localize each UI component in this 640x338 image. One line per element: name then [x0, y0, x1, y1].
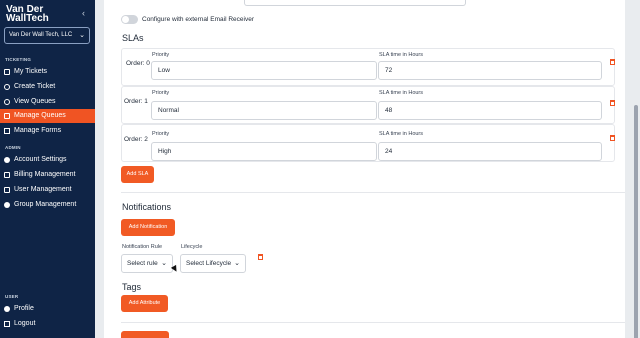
- next-section-button[interactable]: [121, 331, 169, 338]
- trash-icon[interactable]: [610, 135, 615, 141]
- add-attribute-button[interactable]: Add Attribute: [121, 295, 168, 312]
- sidebar-item-profile[interactable]: Profile: [0, 302, 95, 316]
- logout-icon: [4, 321, 10, 327]
- divider: [121, 192, 625, 193]
- notification-rule-select[interactable]: Select rule ⌄: [121, 254, 173, 273]
- chevron-down-icon: ⌄: [161, 260, 167, 267]
- sla-time-label: SLA time in Hours: [379, 52, 424, 58]
- slas-heading: SLAs: [122, 33, 144, 43]
- priority-label: Priority: [152, 52, 170, 58]
- sla-order: Order: 1: [124, 98, 148, 105]
- sla-row: Order: 2 Priority High SLA time in Hours…: [121, 124, 615, 162]
- sidebar-item-user-management[interactable]: User Management: [0, 183, 95, 197]
- plus-circle-icon: [4, 84, 10, 90]
- priority-input[interactable]: Normal: [151, 101, 377, 120]
- user-circle-icon: [4, 157, 10, 163]
- eye-icon: [4, 99, 10, 105]
- description-textarea[interactable]: [244, 0, 466, 6]
- add-notification-button[interactable]: Add Notification: [121, 219, 175, 236]
- person-icon: [4, 306, 10, 312]
- sidebar-item-label: Logout: [14, 320, 36, 327]
- card-icon: [4, 172, 10, 178]
- organization-select[interactable]: Van Der Wall Tech, LLC ⌄: [4, 27, 90, 44]
- sidebar-item-label: Manage Queues: [14, 112, 66, 119]
- trash-icon[interactable]: [610, 100, 615, 106]
- sidebar-item-account-settings[interactable]: Account Settings: [0, 153, 95, 167]
- sla-time-label: SLA time in Hours: [379, 131, 424, 137]
- trash-icon[interactable]: [610, 59, 615, 65]
- tags-heading: Tags: [122, 282, 142, 292]
- main-content: Configure with external Email Receiver S…: [95, 0, 640, 338]
- brand-line-2: WallTech: [6, 13, 49, 24]
- sidebar-item-group-management[interactable]: Group Management: [0, 198, 95, 212]
- group-icon: [4, 202, 10, 208]
- priority-input[interactable]: Low: [151, 61, 377, 80]
- sidebar-item-label: Billing Management: [14, 171, 76, 178]
- queue-settings-card: Configure with external Email Receiver S…: [104, 0, 625, 338]
- lifecycle-value: Select Lifecycle: [186, 260, 232, 267]
- sidebar: Van Der WallTech ‹ Van Der Wall Tech, LL…: [0, 0, 95, 338]
- sidebar-item-label: Profile: [14, 305, 34, 312]
- sla-order: Order: 0: [126, 60, 150, 67]
- sidebar-item-label: View Queues: [14, 98, 56, 105]
- sidebar-item-create-ticket[interactable]: Create Ticket: [0, 80, 95, 94]
- sidebar-item-logout[interactable]: Logout: [0, 317, 95, 331]
- section-admin: ADMIN: [5, 145, 21, 150]
- organization-name: Van Der Wall Tech, LLC: [9, 32, 73, 38]
- section-ticketing: TICKETING: [5, 57, 32, 62]
- lifecycle-select[interactable]: Select Lifecycle ⌄: [180, 254, 246, 273]
- sidebar-item-manage-queues[interactable]: Manage Queues: [0, 109, 95, 123]
- users-icon: [4, 187, 10, 193]
- sla-row: Order: 1 Priority Normal SLA time in Hou…: [121, 86, 615, 124]
- trash-icon[interactable]: [258, 254, 263, 260]
- notifications-heading: Notifications: [122, 202, 172, 212]
- priority-input[interactable]: High: [151, 142, 377, 161]
- collapse-sidebar-icon[interactable]: ‹: [82, 8, 85, 18]
- priority-label: Priority: [152, 90, 170, 96]
- form-icon: [4, 128, 10, 134]
- external-email-toggle[interactable]: [121, 15, 138, 24]
- chevron-down-icon: ⌄: [234, 260, 240, 267]
- sidebar-item-label: Manage Forms: [14, 127, 62, 134]
- notification-rule-value: Select rule: [127, 260, 158, 267]
- sla-time-label: SLA time in Hours: [379, 90, 424, 96]
- priority-label: Priority: [152, 131, 170, 137]
- sidebar-item-label: My Tickets: [14, 68, 48, 75]
- external-email-toggle-label: Configure with external Email Receiver: [142, 16, 254, 23]
- section-user: USER: [5, 294, 19, 299]
- sidebar-item-my-tickets[interactable]: My Tickets: [0, 65, 95, 79]
- brand-logo[interactable]: Van Der WallTech: [6, 5, 66, 24]
- sidebar-item-billing-management[interactable]: Billing Management: [0, 168, 95, 182]
- sla-hours-input[interactable]: 24: [378, 142, 602, 161]
- sidebar-item-label: Account Settings: [14, 156, 67, 163]
- sidebar-item-label: User Management: [14, 186, 72, 193]
- queue-icon: [4, 113, 10, 119]
- sidebar-item-label: Group Management: [14, 201, 77, 208]
- chevron-down-icon: ⌄: [79, 32, 85, 39]
- lifecycle-label: Lifecycle: [181, 244, 203, 250]
- sidebar-item-manage-forms[interactable]: Manage Forms: [0, 124, 95, 138]
- sla-order: Order: 2: [124, 136, 148, 143]
- grid-icon: [4, 69, 10, 75]
- sla-hours-input[interactable]: 72: [378, 61, 602, 80]
- divider: [121, 322, 625, 323]
- sidebar-item-view-queues[interactable]: View Queues: [0, 95, 95, 109]
- sidebar-item-label: Create Ticket: [14, 83, 56, 90]
- sla-hours-input[interactable]: 48: [378, 101, 602, 120]
- add-sla-button[interactable]: Add SLA: [121, 166, 154, 183]
- notification-rule-label: Notification Rule: [122, 244, 163, 250]
- scrollbar[interactable]: [634, 105, 638, 338]
- sla-row: Order: 0 Priority Low SLA time in Hours …: [121, 48, 615, 86]
